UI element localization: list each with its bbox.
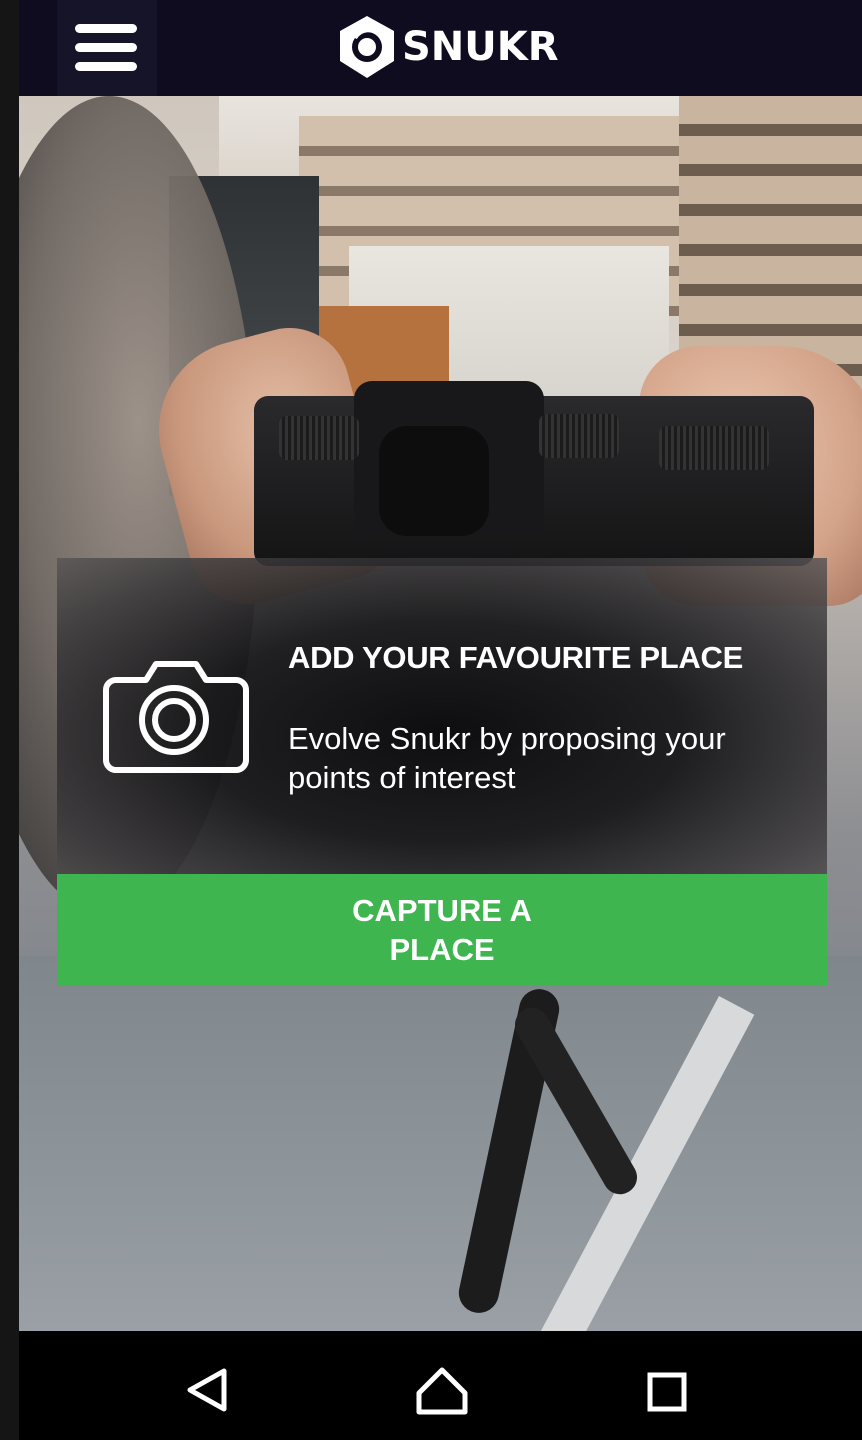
menu-button[interactable] [57,0,157,96]
capture-place-label: CAPTURE A PLACE [352,893,532,967]
nav-recents-button[interactable] [633,1353,703,1423]
nav-home-button[interactable] [407,1353,477,1423]
recents-square-icon [647,1372,687,1412]
back-triangle-icon [187,1368,227,1412]
brand-name: SNUKR [402,24,559,70]
nav-back-button[interactable] [170,1353,240,1423]
add-place-card: ADD YOUR FAVOURITE PLACE Evolve Snukr by… [57,558,827,986]
app-logo[interactable]: SNUKR [336,12,559,82]
device-edge [0,0,19,1440]
card-description: Evolve Snukr by proposing your points of… [288,721,726,795]
capture-place-button[interactable]: CAPTURE A PLACE [57,874,827,986]
card-body: ADD YOUR FAVOURITE PLACE Evolve Snukr by… [57,558,827,874]
system-nav-bar [19,1331,862,1440]
home-icon [416,1367,468,1415]
app-header: SNUKR [19,0,862,96]
camera-icon [103,661,249,773]
app-screen: SNUKR ADD YOUR FAVOURITE PLACE Evolve Sn… [0,0,862,1440]
snukr-logo-icon [340,16,394,78]
card-title: ADD YOUR FAVOURITE PLACE [288,640,743,675]
